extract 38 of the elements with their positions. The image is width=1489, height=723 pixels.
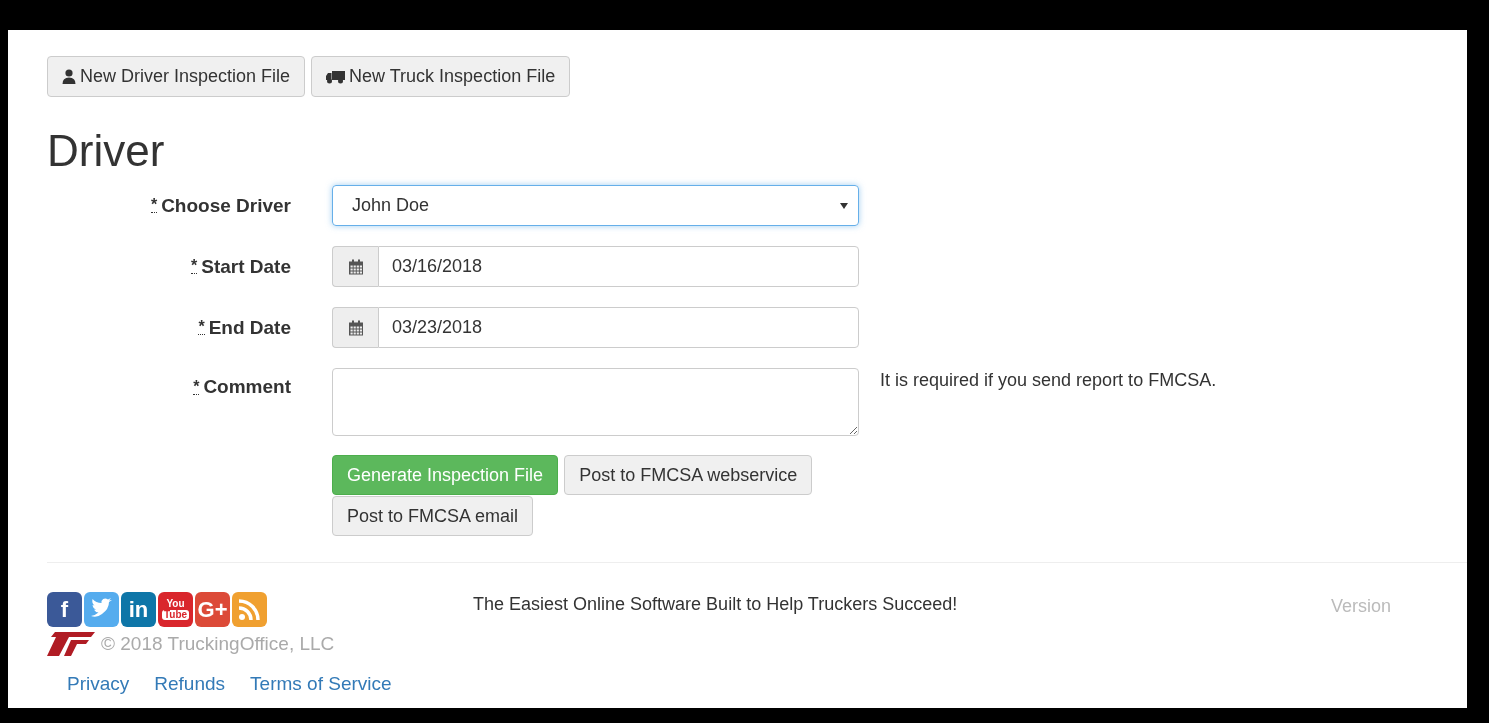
rss-icon[interactable] (232, 592, 267, 627)
tagline: The Easiest Online Software Built to Help Truckers Succeed! (473, 594, 958, 615)
required-mark: * (193, 379, 200, 395)
person-icon (62, 69, 76, 84)
calendar-addon[interactable] (332, 246, 378, 287)
bird-icon[interactable] (84, 592, 119, 627)
required-mark: * (191, 259, 198, 274)
truck-icon (326, 69, 346, 84)
date-field[interactable]: 03/23/2018 (378, 307, 859, 348)
social-icon[interactable]: in (121, 592, 156, 627)
footer-link[interactable]: Refunds (154, 673, 226, 695)
version-text: Version (1330, 596, 1391, 617)
action-button[interactable]: Post to FMCSA email (332, 496, 534, 536)
calendar-addon[interactable] (332, 307, 378, 348)
new-file-button[interactable]: New Truck Inspection File (311, 56, 571, 97)
video-icon[interactable]: You Tube (158, 592, 193, 627)
field-label: Start Date (201, 255, 291, 278)
company-logo (47, 632, 95, 656)
footer-link[interactable]: Privacy (67, 673, 130, 695)
driver-select[interactable]: John Doe (332, 185, 859, 226)
new-file-button[interactable]: New Driver Inspection File (47, 56, 306, 97)
caret-icon (840, 202, 848, 209)
social-icon[interactable]: G+ (195, 592, 230, 627)
footer-link[interactable]: Terms of Service (250, 673, 392, 695)
date-field[interactable]: 03/16/2018 (378, 246, 859, 287)
social-icon[interactable]: f (47, 592, 82, 627)
calendar-icon (347, 319, 364, 336)
required-mark: * (150, 198, 158, 213)
field-label: Choose Driver (161, 194, 291, 217)
help-text: It is required if you send report to FMCSA. (880, 370, 1217, 391)
copyright-text: © 2018 TruckingOffice, LLC (101, 633, 335, 655)
page-heading: Driver (47, 127, 166, 175)
calendar-icon (347, 258, 364, 275)
field-label: Comment (203, 376, 291, 398)
required-mark: * (198, 320, 205, 335)
field-label: End Date (208, 316, 291, 339)
action-button[interactable]: Post to FMCSA webservice (564, 455, 813, 495)
comment-field[interactable] (332, 368, 859, 436)
